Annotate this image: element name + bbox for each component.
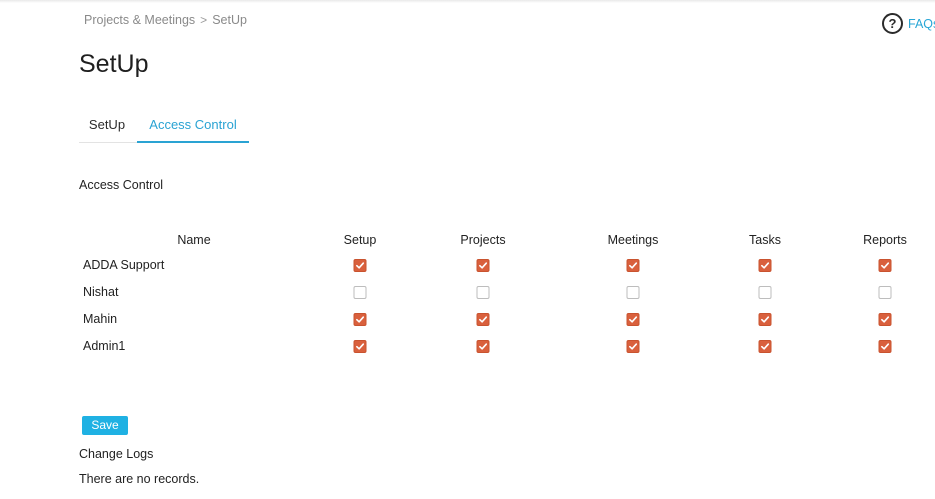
checkmark-icon [356, 316, 365, 323]
permission-checkbox-tasks[interactable] [758, 313, 772, 326]
permission-checkbox-setup[interactable] [353, 259, 367, 272]
user-name: Admin1 [83, 339, 126, 353]
checkmark-icon [629, 262, 638, 269]
page-title: SetUp [79, 50, 149, 78]
change-logs-title: Change Logs [79, 447, 154, 461]
checkmark-icon [881, 343, 890, 350]
permission-checkbox-setup[interactable] [353, 340, 367, 353]
permission-checkbox-tasks[interactable] [758, 259, 772, 272]
checkmark-icon [629, 316, 638, 323]
permission-checkbox-setup[interactable] [353, 286, 367, 299]
permission-checkbox-meetings[interactable] [626, 286, 640, 299]
permission-checkbox-projects[interactable] [476, 340, 490, 353]
user-name: ADDA Support [83, 258, 165, 272]
tab-setup[interactable]: SetUp [79, 108, 135, 143]
permission-checkbox-reports[interactable] [878, 340, 892, 353]
permission-checkbox-projects[interactable] [476, 313, 490, 326]
permission-checkbox-meetings[interactable] [626, 259, 640, 272]
breadcrumb: Projects & Meetings > SetUp [84, 13, 247, 27]
checkmark-icon [881, 316, 890, 323]
permission-checkbox-projects[interactable] [476, 259, 490, 272]
checkmark-icon [479, 262, 488, 269]
permission-checkbox-projects[interactable] [476, 286, 490, 299]
checkmark-icon [479, 343, 488, 350]
permission-checkbox-meetings[interactable] [626, 340, 640, 353]
faq-link[interactable]: ? FAQs [882, 13, 935, 34]
column-header-setup: Setup [343, 233, 377, 247]
checkmark-icon [881, 262, 890, 269]
column-header-name: Name [177, 233, 211, 247]
permission-checkbox-reports[interactable] [878, 259, 892, 272]
checkmark-icon [356, 343, 365, 350]
breadcrumb-separator: > [200, 13, 208, 27]
checkmark-icon [356, 262, 365, 269]
checkmark-icon [761, 316, 770, 323]
permission-checkbox-tasks[interactable] [758, 286, 772, 299]
checkmark-icon [761, 343, 770, 350]
column-header-meetings: Meetings [607, 233, 659, 247]
faq-label[interactable]: FAQs [908, 17, 935, 31]
permission-checkbox-meetings[interactable] [626, 313, 640, 326]
tab-bar: SetUp Access Control [79, 108, 249, 143]
permission-checkbox-reports[interactable] [878, 286, 892, 299]
user-name: Mahin [83, 312, 118, 326]
column-header-projects: Projects [460, 233, 506, 247]
question-circle-icon[interactable]: ? [882, 13, 903, 34]
column-header-tasks: Tasks [749, 233, 781, 247]
breadcrumb-link-projects-meetings[interactable]: Projects & Meetings [84, 13, 195, 27]
top-shadow [0, 0, 935, 3]
user-name: Nishat [83, 285, 119, 299]
checkmark-icon [479, 316, 488, 323]
checkmark-icon [629, 343, 638, 350]
permission-checkbox-reports[interactable] [878, 313, 892, 326]
tab-access-control[interactable]: Access Control [137, 108, 249, 143]
no-records-message: There are no records. [79, 472, 200, 486]
permission-checkbox-setup[interactable] [353, 313, 367, 326]
column-header-reports: Reports [863, 233, 907, 247]
access-control-title: Access Control [79, 178, 164, 192]
permission-checkbox-tasks[interactable] [758, 340, 772, 353]
breadcrumb-current: SetUp [212, 13, 247, 27]
checkmark-icon [761, 262, 770, 269]
save-button[interactable]: Save [82, 416, 128, 435]
